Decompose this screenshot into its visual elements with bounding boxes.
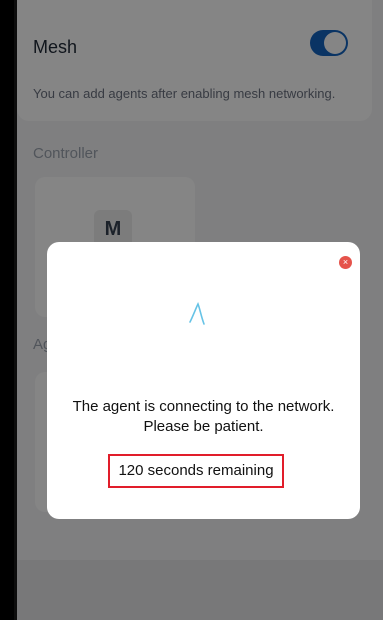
dialog-message-line1: The agent is connecting to the network. [72, 398, 335, 415]
close-icon[interactable]: × [339, 256, 352, 269]
connecting-dialog: × The agent is connecting to the network… [47, 242, 360, 519]
countdown-text: 120 seconds remaining [108, 454, 284, 488]
dialog-message-line2: Please be patient. [143, 418, 264, 435]
loading-spinner-icon [189, 302, 205, 325]
bottom-shade [14, 560, 383, 620]
screen-edge [14, 0, 17, 620]
dialog-message: The agent is connecting to the network. … [47, 397, 360, 437]
